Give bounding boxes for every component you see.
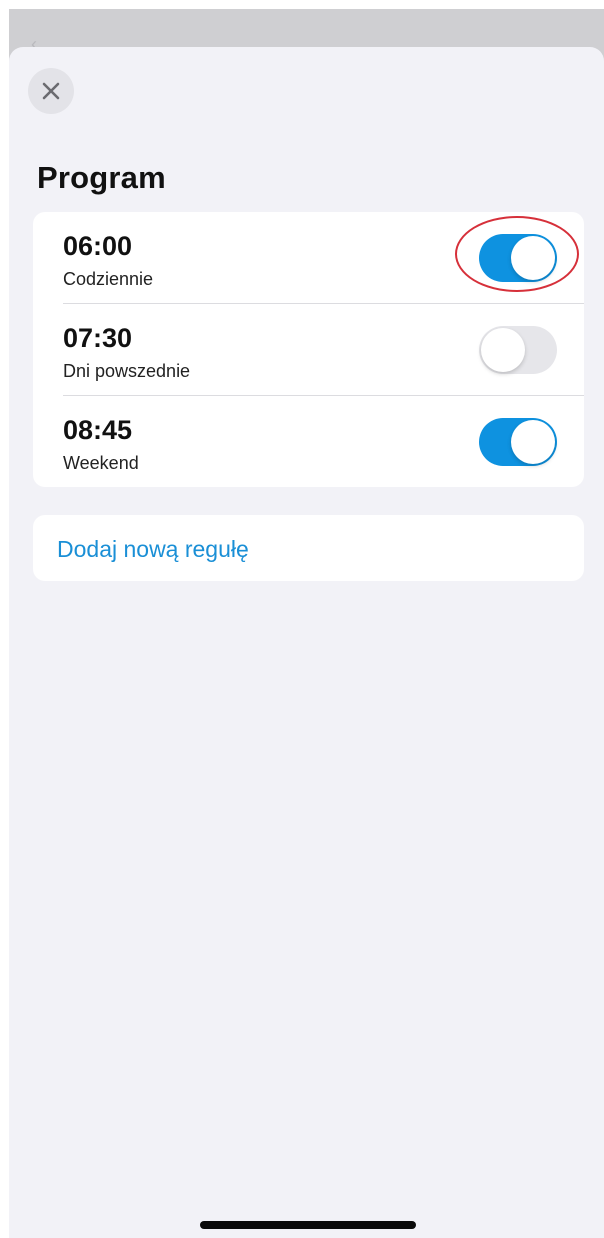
page-title: Program (37, 160, 166, 195)
rule-row: 07:30 Dni powszednie (33, 304, 584, 396)
add-rule-card[interactable]: Dodaj nową regułę (33, 515, 584, 581)
rule-time: 06:00 (63, 231, 133, 261)
add-rule-button[interactable]: Dodaj nową regułę (57, 536, 249, 563)
rule-days: Codziennie (63, 269, 154, 289)
toggle-knob (511, 236, 555, 280)
toggle-knob (511, 420, 555, 464)
close-button[interactable] (28, 68, 74, 114)
rules-list: 06:00 Codziennie 07:30 Dni powszednie 08… (33, 212, 584, 487)
home-indicator (200, 1221, 416, 1229)
close-icon (42, 82, 60, 100)
rule-toggle[interactable] (479, 234, 557, 282)
rule-row: 08:45 Weekend (33, 396, 584, 487)
rule-time: 08:45 (63, 415, 133, 445)
rule-row: 06:00 Codziennie (33, 212, 584, 304)
rule-days: Dni powszednie (63, 361, 191, 381)
rule-time: 07:30 (63, 323, 133, 353)
rule-toggle[interactable] (479, 326, 557, 374)
toggle-knob (481, 328, 525, 372)
schedule-sheet: Program 06:00 Codziennie 07:30 Dni powsz… (9, 47, 604, 1238)
rule-toggle[interactable] (479, 418, 557, 466)
rule-days: Weekend (63, 453, 139, 473)
